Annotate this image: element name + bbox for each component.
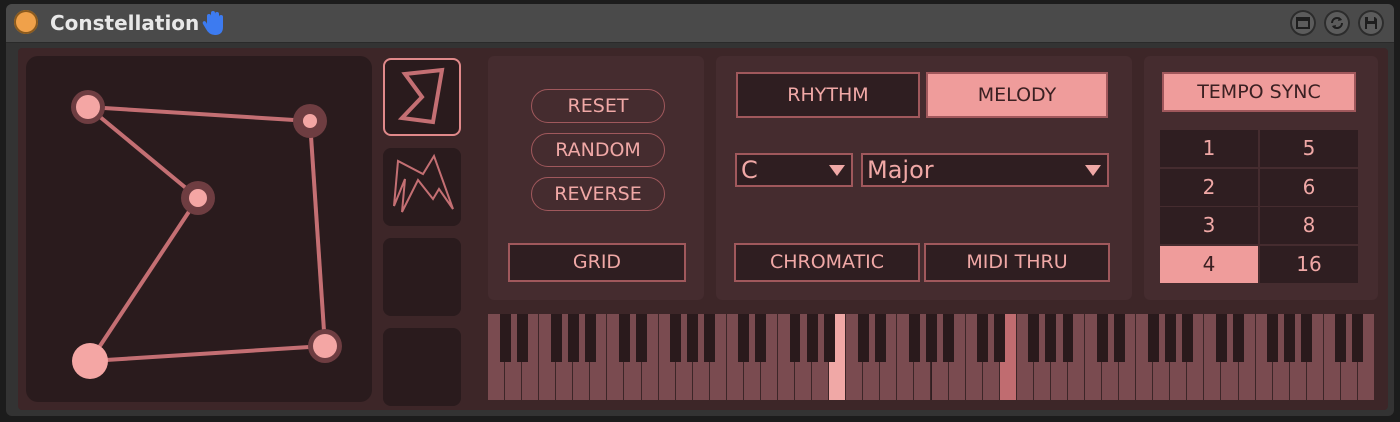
black-key[interactable] (1233, 314, 1244, 362)
node-5[interactable] (308, 329, 342, 363)
black-key[interactable] (977, 314, 989, 362)
black-key[interactable] (1181, 314, 1193, 362)
black-key[interactable] (943, 314, 954, 362)
device-body: RESET RANDOM REVERSE GRID RHYTHM MELODY … (18, 48, 1388, 410)
midi-thru-button[interactable]: MIDI THRU (924, 243, 1110, 282)
black-key[interactable] (1164, 314, 1176, 362)
black-key[interactable] (1335, 314, 1347, 362)
tempo-cell-2[interactable]: 2 (1160, 169, 1258, 206)
tempo-cell-3[interactable]: 3 (1160, 207, 1258, 244)
device-window: Constellation RESET RANDOM REVERSE GRID … (6, 4, 1394, 416)
black-key[interactable] (1028, 314, 1040, 362)
tempo-cell-5[interactable]: 5 (1260, 130, 1358, 167)
black-key[interactable] (516, 314, 528, 362)
mode-panel: RHYTHM MELODY C Major CHROMATIC MIDI THR… (716, 56, 1132, 300)
black-key[interactable] (738, 314, 750, 362)
black-key[interactable] (994, 314, 1006, 362)
root-note-select[interactable]: C (735, 153, 853, 187)
black-key[interactable] (908, 314, 920, 362)
save-icon[interactable] (1358, 10, 1384, 36)
black-key[interactable] (687, 314, 699, 362)
black-key[interactable] (704, 314, 716, 362)
black-key[interactable] (1216, 314, 1227, 362)
black-key[interactable] (1301, 314, 1313, 362)
rhythm-button[interactable]: RHYTHM (736, 72, 920, 118)
black-key[interactable] (926, 314, 937, 362)
black-key[interactable] (857, 314, 869, 362)
black-key[interactable] (499, 314, 511, 362)
black-key[interactable] (823, 314, 835, 362)
black-key[interactable] (1045, 314, 1057, 362)
tempo-cell-4[interactable]: 4 (1160, 246, 1258, 283)
black-key[interactable] (567, 314, 579, 362)
black-key[interactable] (1267, 314, 1279, 362)
black-key[interactable] (789, 314, 801, 362)
tempo-cell-1[interactable]: 1 (1160, 130, 1258, 167)
power-button-icon[interactable] (14, 10, 38, 34)
shape-preset-zigzag[interactable] (383, 148, 461, 226)
shape-preset-empty-1[interactable] (383, 238, 461, 316)
scale-type-select[interactable]: Major (861, 153, 1109, 187)
black-key[interactable] (874, 314, 886, 362)
tempo-cell-8[interactable]: 8 (1260, 207, 1358, 244)
black-key[interactable] (1284, 314, 1296, 362)
node-2[interactable] (293, 104, 327, 138)
node-3[interactable] (181, 181, 215, 215)
melody-button[interactable]: MELODY (926, 72, 1108, 118)
piano-keyboard[interactable] (488, 314, 1375, 400)
reverse-button[interactable]: REVERSE (531, 177, 665, 211)
black-key[interactable] (755, 314, 767, 362)
reset-button[interactable]: RESET (531, 89, 665, 123)
root-note-value: C (741, 156, 758, 184)
device-title: Constellation (50, 11, 200, 35)
shape-preset-empty-2[interactable] (383, 328, 461, 406)
tempo-division-grid: 1 5 2 6 3 8 4 16 (1160, 130, 1358, 284)
scale-type-value: Major (867, 156, 934, 184)
chevron-down-icon (1085, 165, 1101, 176)
sync-icon[interactable] (1324, 10, 1350, 36)
black-key[interactable] (584, 314, 596, 362)
chromatic-button[interactable]: CHROMATIC (734, 243, 920, 282)
control-panel: RESET RANDOM REVERSE GRID (488, 56, 704, 300)
node-1[interactable] (71, 90, 105, 124)
random-button[interactable]: RANDOM (531, 133, 665, 167)
black-key[interactable] (1062, 314, 1074, 362)
black-key[interactable] (636, 314, 647, 362)
title-bar: Constellation (6, 4, 1394, 43)
window-icon[interactable] (1290, 10, 1316, 36)
shape-preset-sigma[interactable] (383, 58, 461, 136)
black-key[interactable] (550, 314, 562, 362)
grid-button[interactable]: GRID (508, 243, 686, 282)
constellation-canvas[interactable] (26, 56, 372, 402)
black-key[interactable] (1113, 314, 1125, 362)
black-key[interactable] (619, 314, 630, 362)
chevron-down-icon (829, 165, 845, 176)
node-4[interactable] (72, 343, 108, 379)
tempo-cell-6[interactable]: 6 (1260, 169, 1358, 206)
tempo-cell-16[interactable]: 16 (1260, 246, 1358, 283)
black-key[interactable] (1147, 314, 1159, 362)
constellation-path (86, 105, 327, 363)
hand-icon (202, 10, 226, 40)
black-key[interactable] (1096, 314, 1108, 362)
black-key[interactable] (1352, 314, 1364, 362)
black-key[interactable] (806, 314, 818, 362)
tempo-sync-button[interactable]: TEMPO SYNC (1162, 72, 1356, 112)
black-key[interactable] (670, 314, 682, 362)
